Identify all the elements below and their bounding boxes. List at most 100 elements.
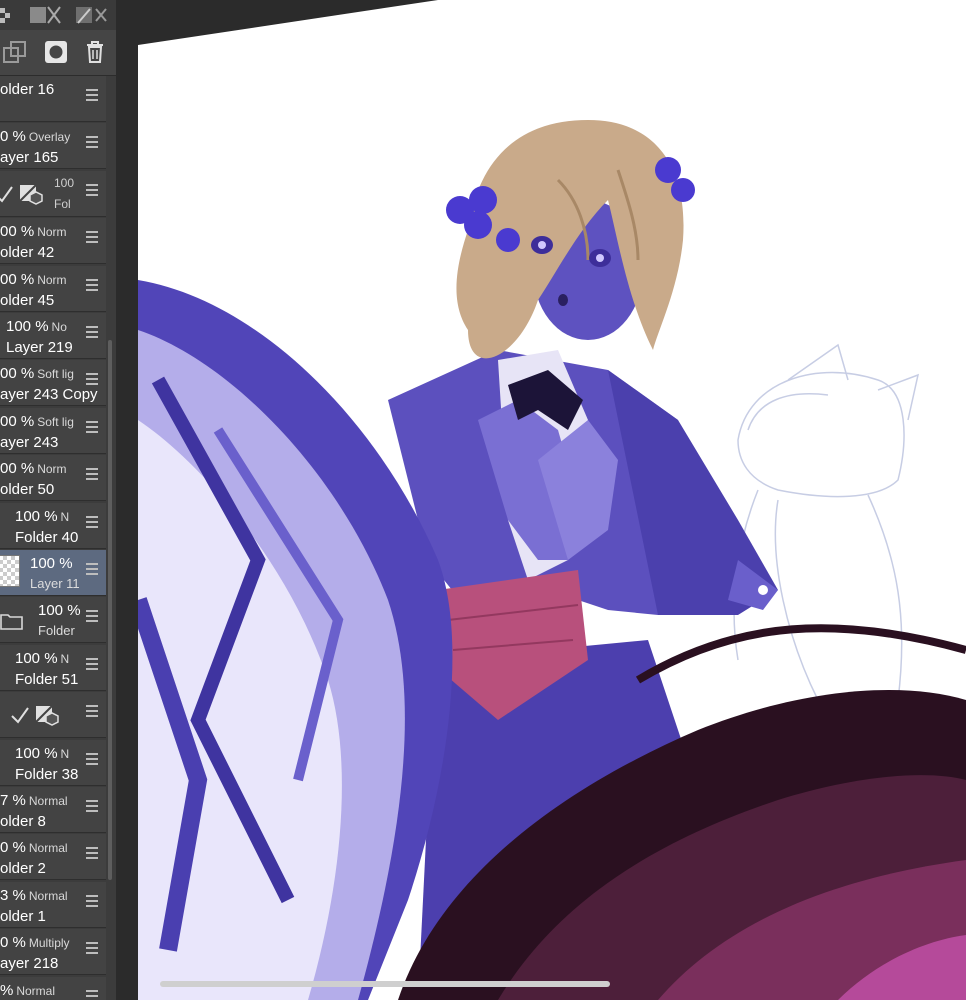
layer-name: Layer 11: [30, 576, 80, 591]
drag-handle-icon[interactable]: [86, 468, 98, 482]
drag-handle-icon[interactable]: [86, 231, 98, 245]
layer-blend-info: 00 % Soft lig: [0, 365, 74, 382]
layer-row[interactable]: 00 % Soft lig ayer 243: [0, 407, 106, 454]
layer-blend-mode: N: [60, 746, 70, 761]
drag-handle-icon[interactable]: [86, 89, 98, 103]
copy-layer-icon[interactable]: [2, 40, 28, 66]
layer-row[interactable]: 3 % Normal older 1: [0, 881, 106, 928]
layer-panel: older 16 0 % Overlay ayer 165 100 Fol 00 % Norm…: [0, 0, 116, 1000]
layer-toolbar-top: [0, 0, 116, 30]
layer-name: Layer 219: [6, 339, 73, 356]
panel-divider: [116, 0, 138, 1000]
layer-blend-mode: Norm: [37, 225, 67, 240]
drag-handle-icon[interactable]: [86, 989, 98, 1000]
layer-row[interactable]: 00 % Soft lig ayer 243 Copy: [0, 360, 106, 407]
layer-row[interactable]: 100 % N Folder 51: [0, 644, 106, 691]
layer-blend-info: 7 % Normal: [0, 792, 68, 809]
layer-row[interactable]: 100 % Layer 11: [0, 550, 106, 596]
layer-name: ayer 243 Copy: [0, 386, 98, 404]
layer-opacity: 0 %: [0, 934, 26, 952]
home-indicator: [160, 981, 610, 987]
checker-icon[interactable]: [0, 6, 14, 24]
layer-blend-info: % Normal: [0, 982, 55, 999]
layer-opacity: 0 %: [0, 839, 26, 857]
layer-opacity: 00 %: [0, 223, 35, 241]
drag-handle-icon[interactable]: [86, 373, 98, 387]
layer-opacity: 3 %: [0, 886, 26, 904]
drawing-canvas[interactable]: [138, 0, 966, 1000]
layer-list-scrollbar[interactable]: [108, 340, 112, 880]
layer-blend-info: 3 % Normal: [0, 887, 68, 904]
layer-name: older 42: [0, 244, 55, 262]
layer-blend-mode: Normal: [28, 841, 68, 856]
layer-row[interactable]: older 16: [0, 76, 106, 122]
drag-handle-icon[interactable]: [86, 705, 98, 719]
layer-check-and-mask-icon[interactable]: [10, 700, 70, 730]
drag-handle-icon[interactable]: [86, 183, 98, 198]
layer-blend-mode: N: [60, 651, 70, 666]
layer-blend-mode: Normal: [28, 794, 68, 808]
layer-row[interactable]: 0 % Overlay ayer 165: [0, 123, 106, 170]
sketch-figure: [733, 343, 920, 701]
layer-row[interactable]: 100 % N Folder 40: [0, 502, 106, 549]
layer-name: older 2: [0, 860, 46, 878]
drag-handle-icon[interactable]: [86, 563, 98, 577]
layer-row[interactable]: 7 % Normal older 8: [0, 787, 106, 833]
layer-name: older 8: [0, 813, 46, 830]
drag-handle-icon[interactable]: [86, 657, 98, 672]
layer-blend-info: 00 % Norm: [0, 460, 67, 477]
layer-row[interactable]: 00 % Norm older 45: [0, 265, 106, 312]
layer-name: older 45: [0, 291, 55, 309]
reference-icon[interactable]: [74, 3, 110, 27]
clipping-icon[interactable]: [28, 3, 64, 27]
artwork: [138, 0, 966, 1000]
layer-opacity: 100 %: [15, 649, 58, 667]
layer-name: ayer 218: [0, 955, 59, 973]
trash-icon[interactable]: [84, 40, 106, 64]
layer-opacity: 100 %: [30, 555, 73, 572]
layer-blend-mode: Overlay: [28, 130, 71, 145]
layer-opacity: %: [0, 981, 14, 999]
layer-blend-info: 0 % Multiply: [0, 934, 70, 951]
drag-handle-icon[interactable]: [86, 847, 98, 861]
layer-row[interactable]: 0 % Normal older 2: [0, 834, 106, 881]
layer-row[interactable]: 00 % Norm older 42: [0, 218, 106, 265]
drag-handle-icon[interactable]: [86, 800, 98, 814]
layer-blend-mode: Normal: [28, 888, 68, 903]
drag-handle-icon[interactable]: [86, 752, 98, 767]
layer-row[interactable]: 0 % Multiply ayer 218: [0, 929, 106, 976]
drag-handle-icon[interactable]: [86, 278, 98, 293]
layer-blend-mode: Norm: [37, 462, 67, 477]
layer-blend-info: 00 % Soft lig: [0, 413, 74, 430]
layer-check-and-mask-icon[interactable]: [0, 179, 54, 209]
layer-row[interactable]: 100 % No Layer 219: [0, 313, 106, 359]
drag-handle-icon[interactable]: [86, 610, 98, 624]
layer-row[interactable]: %Normalayer 1: [0, 976, 106, 1000]
layer-name: Fol: [54, 196, 71, 211]
sleeve-flower: [758, 585, 768, 595]
layer-opacity: 0 %: [0, 128, 26, 146]
layer-row[interactable]: 100 % N Folder 38: [0, 739, 106, 786]
layer-blend-info: 100 % No: [6, 318, 67, 335]
drag-handle-icon[interactable]: [86, 420, 98, 435]
drag-handle-icon[interactable]: [86, 326, 98, 340]
layer-opacity: 100 %: [15, 507, 58, 525]
layer-blend-mode: Soft lig: [37, 414, 74, 429]
drag-handle-icon[interactable]: [86, 942, 98, 956]
layer-row[interactable]: 00 % Norm older 50: [0, 455, 106, 502]
layer-blend-info: 00 % Norm: [0, 271, 67, 288]
layer-row[interactable]: 100 Fol: [0, 170, 106, 217]
mask-icon[interactable]: [44, 40, 68, 64]
layer-name: ayer 243: [0, 433, 59, 451]
layer-row[interactable]: [0, 692, 106, 739]
layer-blend-mode: N: [60, 509, 70, 524]
folder-icon: [0, 614, 23, 631]
drag-handle-icon[interactable]: [86, 136, 98, 150]
layer-blend-info: 0 % Normal: [0, 839, 68, 856]
drag-handle-icon[interactable]: [86, 894, 98, 909]
drag-handle-icon[interactable]: [86, 515, 98, 530]
layer-blend-info: 100 % N: [15, 508, 69, 525]
layer-blend-info: 100 % N: [15, 650, 69, 667]
layer-row[interactable]: 100 % Folder: [0, 597, 106, 644]
layer-blend-mode: Normal: [16, 983, 56, 998]
